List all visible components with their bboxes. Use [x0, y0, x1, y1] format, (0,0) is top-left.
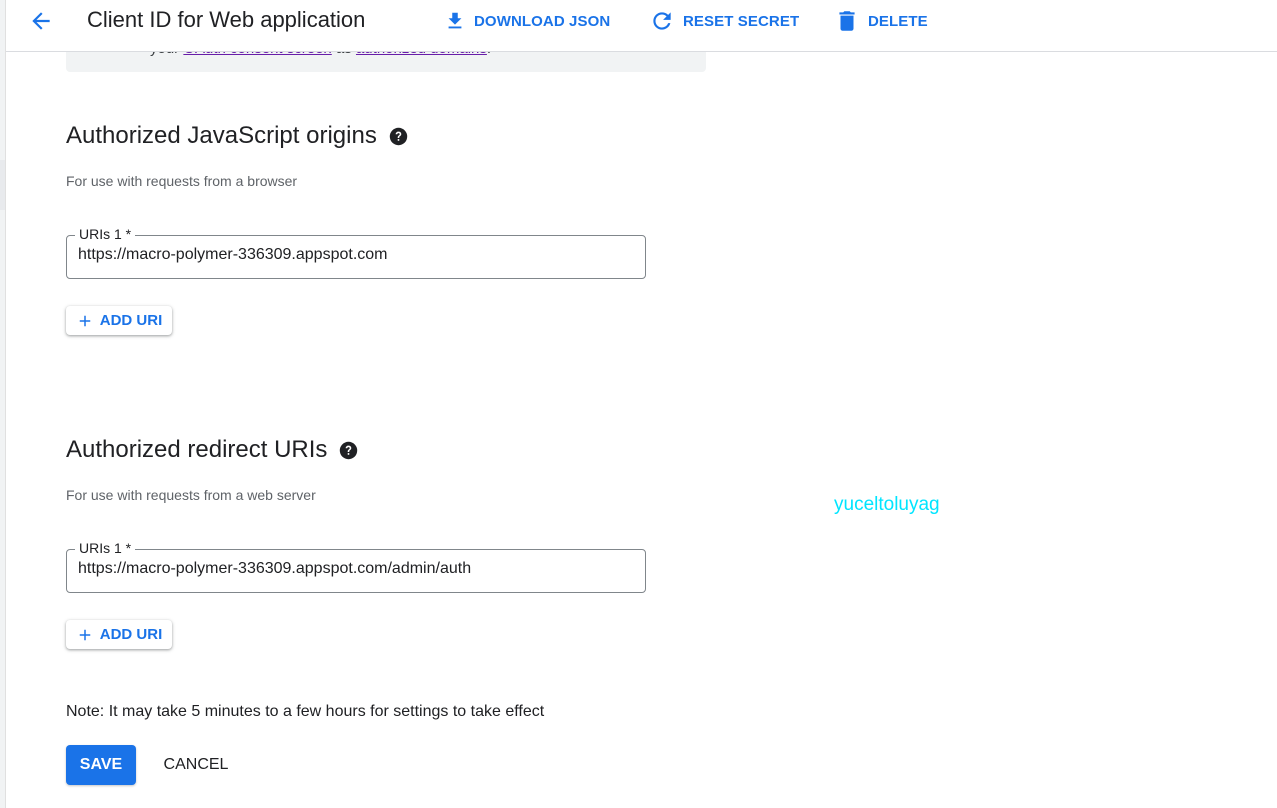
back-button[interactable] [28, 8, 54, 34]
top-app-bar: Client ID for Web application DOWNLOAD J… [6, 0, 1277, 52]
delete-label: DELETE [868, 12, 928, 30]
left-rail [0, 0, 6, 808]
js-origins-title-text: Authorized JavaScript origins [66, 122, 377, 149]
reset-secret-label: RESET SECRET [683, 12, 800, 30]
js-origin-uri-label: URIs 1 * [75, 226, 136, 242]
redirect-uris-title: Authorized redirect URIs [66, 436, 358, 464]
js-origins-title: Authorized JavaScript origins [66, 122, 408, 150]
redirect-uris-add-uri-button[interactable]: ADD URI [66, 620, 172, 649]
watermark-text: yuceltoluyag [834, 494, 940, 515]
js-origins-add-uri-button[interactable]: ADD URI [66, 306, 172, 335]
download-icon [448, 12, 462, 29]
arrow-back-icon [32, 12, 50, 30]
plus-icon [79, 629, 90, 640]
js-origin-uri-input[interactable] [78, 246, 633, 264]
settings-note: Note: It may take 5 minutes to a few hou… [66, 703, 545, 720]
redirect-uri-label: URIs 1 * [75, 540, 136, 556]
redirect-uris-subtitle: For use with requests from a web server [66, 487, 316, 503]
redirect-uris-title-text: Authorized redirect URIs [66, 436, 328, 463]
cancel-button[interactable]: CANCEL [154, 745, 238, 785]
redirect-uri-field[interactable]: URIs 1 * [66, 540, 646, 593]
js-origins-subtitle: For use with requests from a browser [66, 173, 298, 189]
trash-icon [839, 11, 855, 31]
delete-button[interactable]: DELETE [834, 8, 928, 34]
add-uri-label: ADD URI [99, 312, 163, 329]
download-json-button[interactable]: DOWNLOAD JSON [444, 8, 610, 34]
help-icon[interactable] [339, 441, 358, 460]
save-button[interactable]: SAVE [66, 745, 136, 785]
left-rail-indicator [0, 160, 5, 210]
page-title: Client ID for Web application [87, 7, 366, 32]
redirect-uri-input[interactable] [78, 560, 633, 578]
reset-secret-button[interactable]: RESET SECRET [649, 8, 799, 34]
refresh-icon [653, 12, 671, 30]
plus-icon [79, 315, 90, 326]
download-json-label: DOWNLOAD JSON [474, 12, 611, 30]
add-uri-label: ADD URI [99, 626, 163, 643]
help-icon[interactable] [389, 127, 408, 146]
js-origin-uri-field[interactable]: URIs 1 * [66, 226, 646, 279]
